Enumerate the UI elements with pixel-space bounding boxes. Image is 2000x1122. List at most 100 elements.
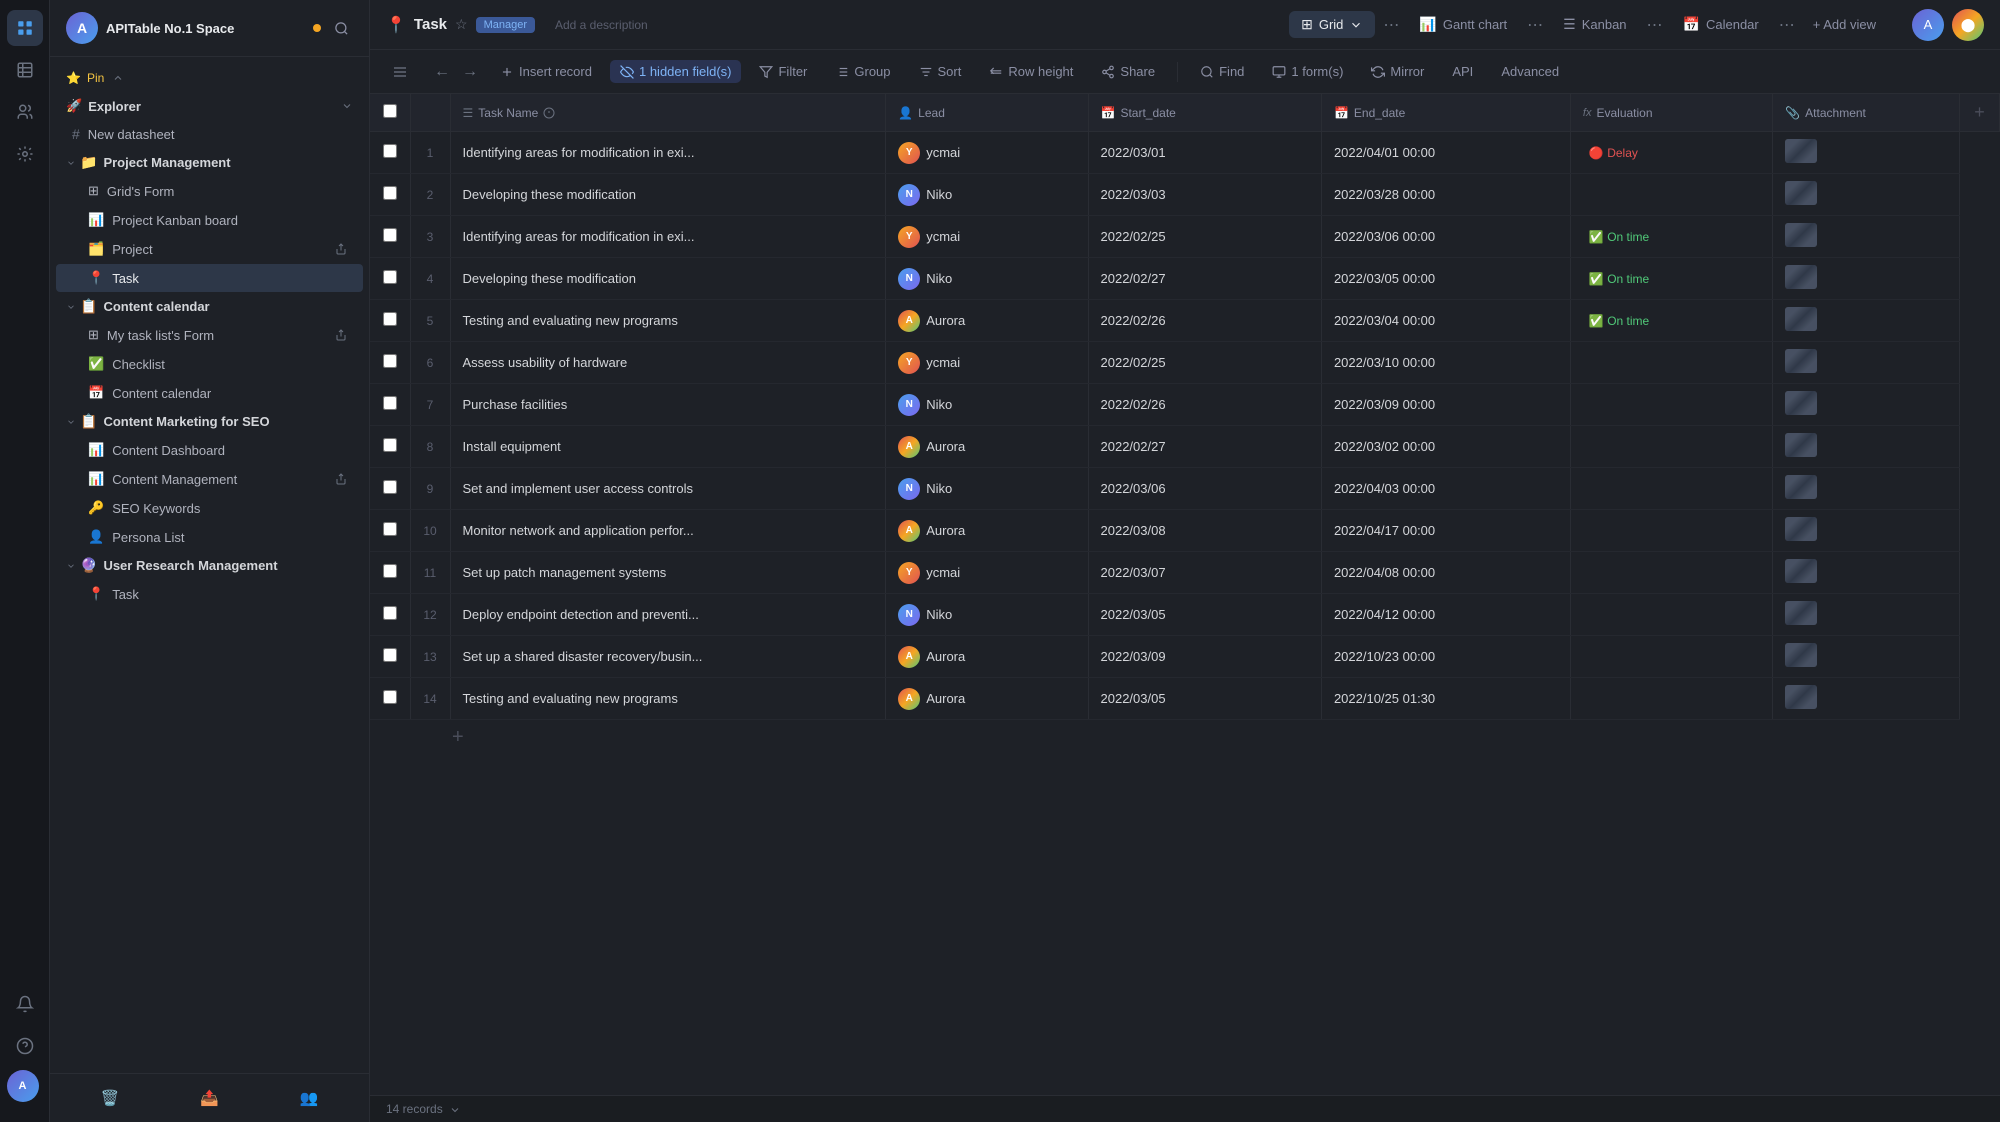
sidebar-item-task-active[interactable]: 📍 Task [56,264,363,292]
attachment-cell[interactable] [1773,426,1960,468]
advanced-btn[interactable]: Advanced [1491,60,1569,83]
share-btn[interactable]: Share [1091,60,1165,83]
records-count[interactable]: 14 records [386,1102,461,1116]
row-checkbox[interactable] [383,270,397,284]
sort-btn[interactable]: Sort [909,60,972,83]
tab-kanban[interactable]: ☰ Kanban [1551,11,1638,38]
table-row[interactable]: 13Set up a shared disaster recovery/busi… [370,636,2000,678]
row-checkbox[interactable] [383,564,397,578]
table-row[interactable]: 14Testing and evaluating new programsAAu… [370,678,2000,720]
task-name-cell[interactable]: Set up patch management systems [450,552,886,594]
task-star-icon[interactable]: ☆ [455,16,468,33]
task-name-cell[interactable]: Assess usability of hardware [450,342,886,384]
sidebar-item-task-urm[interactable]: 📍 Task [56,580,363,608]
tab-grid[interactable]: ⊞ Grid [1289,11,1375,38]
nav-integrations-icon[interactable] [7,136,43,172]
task-name-cell[interactable]: Deploy endpoint detection and preventi..… [450,594,886,636]
content-marketing-section[interactable]: 📋 Content Marketing for SEO [50,408,369,435]
nav-notifications-icon[interactable] [7,986,43,1022]
kanban-more-btn[interactable]: ⋯ [1643,13,1667,37]
sidebar-item-my-task-form[interactable]: ⊞ My task list's Form [56,321,363,349]
row-checkbox[interactable] [383,690,397,704]
new-datasheet-item[interactable]: # New datasheet [56,120,363,148]
table-row[interactable]: 2Developing these modificationNNiko2022/… [370,174,2000,216]
insert-record-btn[interactable]: Insert record [490,60,602,83]
trash-icon[interactable]: 🗑️ [96,1084,124,1112]
nav-home-icon[interactable] [7,10,43,46]
nav-users-icon[interactable] [7,94,43,130]
row-checkbox[interactable] [383,480,397,494]
row-checkbox[interactable] [383,396,397,410]
task-name-cell[interactable]: Monitor network and application perfor..… [450,510,886,552]
project-management-section[interactable]: 📁 Project Management [50,149,369,176]
task-name-cell[interactable]: Developing these modification [450,258,886,300]
user-avatar-nav[interactable]: A [7,1070,39,1102]
attachment-cell[interactable] [1773,216,1960,258]
attachment-cell[interactable] [1773,342,1960,384]
table-row[interactable]: 4Developing these modificationNNiko2022/… [370,258,2000,300]
hidden-fields-btn[interactable]: 1 hidden field(s) [610,60,742,83]
top-bar-user-avatar[interactable]: A [1912,9,1944,41]
attachment-cell[interactable] [1773,132,1960,174]
th-attachment[interactable]: 📎 Attachment [1773,94,1960,132]
sidebar-item-seo-keywords[interactable]: 🔑 SEO Keywords [56,494,363,522]
row-checkbox[interactable] [383,606,397,620]
task-name-cell[interactable]: Purchase facilities [450,384,886,426]
grid-more-btn[interactable]: ⋯ [1379,13,1403,37]
task-name-cell[interactable]: Testing and evaluating new programs [450,678,886,720]
th-task-name[interactable]: ☰ Task Name [450,94,886,132]
sidebar-item-content-calendar[interactable]: 📅 Content calendar [56,379,363,407]
th-evaluation[interactable]: fx Evaluation [1570,94,1772,132]
table-row[interactable]: 12Deploy endpoint detection and preventi… [370,594,2000,636]
row-checkbox[interactable] [383,228,397,242]
sidebar-item-checklist[interactable]: ✅ Checklist [56,350,363,378]
table-row[interactable]: 11Set up patch management systemsYycmai2… [370,552,2000,594]
table-row[interactable]: 6Assess usability of hardwareYycmai2022/… [370,342,2000,384]
add-view-button[interactable]: + Add view [1803,12,1886,37]
attachment-cell[interactable] [1773,510,1960,552]
th-end-date[interactable]: 📅 End_date [1321,94,1570,132]
add-column-btn[interactable]: + [1960,94,2000,132]
group-btn[interactable]: Group [825,60,900,83]
attachment-cell[interactable] [1773,300,1960,342]
attachment-cell[interactable] [1773,258,1960,300]
tab-gantt[interactable]: 📊 Gantt chart [1407,11,1519,38]
attachment-cell[interactable] [1773,468,1960,510]
find-btn[interactable]: Find [1190,60,1254,83]
add-description[interactable]: Add a description [555,18,648,32]
task-name-cell[interactable]: Testing and evaluating new programs [450,300,886,342]
sidebar-item-grids-form[interactable]: ⊞ Grid's Form [56,177,363,205]
explorer-header[interactable]: 🚀 Explorer [50,93,369,119]
nav-help-icon[interactable] [7,1028,43,1064]
task-name-cell[interactable]: Identifying areas for modification in ex… [450,216,886,258]
task-name-cell[interactable]: Set up a shared disaster recovery/busin.… [450,636,886,678]
users-icon[interactable]: 👥 [295,1084,323,1112]
sidebar-item-kanban-board[interactable]: 📊 Project Kanban board [56,206,363,234]
nav-datasheet-icon[interactable] [7,52,43,88]
row-checkbox[interactable] [383,312,397,326]
row-height-btn[interactable]: Row height [979,60,1083,83]
workspace-avatar[interactable]: A [66,12,98,44]
calendar-more-btn[interactable]: ⋯ [1775,13,1799,37]
form-btn[interactable]: 1 form(s) [1262,60,1353,83]
table-row[interactable]: 8Install equipmentAAurora2022/02/272022/… [370,426,2000,468]
task-name-cell[interactable]: Developing these modification [450,174,886,216]
api-btn[interactable]: API [1442,60,1483,83]
sidebar-item-project[interactable]: 🗂️ Project [56,235,363,263]
attachment-cell[interactable] [1773,552,1960,594]
search-button[interactable] [329,16,353,40]
attachment-cell[interactable] [1773,636,1960,678]
mirror-btn[interactable]: Mirror [1361,60,1434,83]
nav-forward-btn[interactable]: → [458,60,482,84]
select-all-checkbox[interactable] [383,104,397,118]
tab-calendar[interactable]: 📅 Calendar [1671,11,1771,38]
attachment-cell[interactable] [1773,384,1960,426]
task-name-cell[interactable]: Identifying areas for modification in ex… [450,132,886,174]
add-row-btn[interactable]: + [370,720,2000,755]
th-start-date[interactable]: 📅 Start_date [1088,94,1321,132]
pin-row[interactable]: ⭐ Pin [50,63,369,93]
attachment-cell[interactable] [1773,678,1960,720]
table-row[interactable]: 1Identifying areas for modification in e… [370,132,2000,174]
row-checkbox[interactable] [383,186,397,200]
task-name-cell[interactable]: Install equipment [450,426,886,468]
